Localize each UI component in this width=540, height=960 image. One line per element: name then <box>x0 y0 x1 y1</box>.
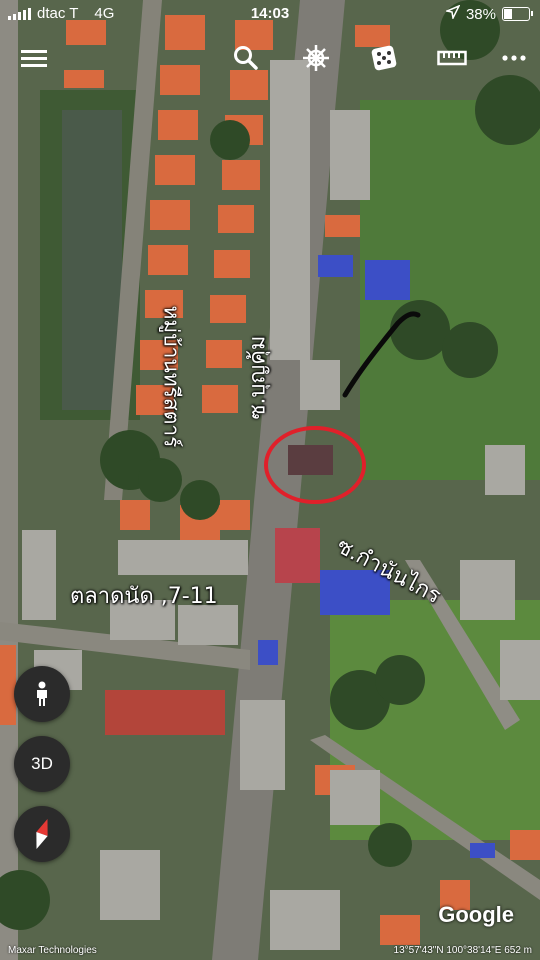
building-roof <box>105 690 225 735</box>
person-icon <box>37 681 47 706</box>
coordinate-readout: 13°57'43"N 100°38'14"E 652 m <box>394 945 532 956</box>
village-label: หมู่บ้านทรีสตาร์ <box>159 305 184 448</box>
ship-wheel-icon[interactable] <box>296 38 336 78</box>
status-bar: dtac T 4G 14:03 38% <box>0 0 540 28</box>
dice-icon[interactable] <box>364 38 404 78</box>
google-logo: Google <box>438 902 514 927</box>
3d-label: 3D <box>31 754 53 773</box>
location-arrow-icon <box>444 4 461 23</box>
altitude: 652 m <box>504 945 532 956</box>
menu-icon[interactable] <box>14 38 54 78</box>
search-icon[interactable] <box>226 38 266 78</box>
battery-percent: 38% <box>465 5 496 23</box>
more-icon[interactable] <box>494 38 534 78</box>
coordinates: 13°57'43"N 100°38'14"E <box>393 945 502 956</box>
ruler-icon[interactable] <box>432 38 472 78</box>
battery-icon <box>502 7 533 21</box>
satellite-map[interactable] <box>0 0 540 960</box>
pond <box>62 110 122 410</box>
map-toolbar <box>0 38 540 82</box>
building-roof <box>275 528 320 583</box>
3d-toggle-button[interactable]: 3D <box>14 736 70 792</box>
compass-icon <box>36 818 48 850</box>
imagery-attribution: Maxar Technologies <box>8 945 97 956</box>
road-label-main: ซ.บุญคุ้ม <box>245 335 271 420</box>
map-footer: Maxar Technologies 13°57'43"N 100°38'14"… <box>0 944 540 960</box>
road <box>0 0 18 960</box>
street-view-button[interactable] <box>14 666 70 722</box>
compass-button[interactable] <box>14 806 70 862</box>
market-label: ตลาดนัด ,7-11 <box>70 584 218 609</box>
target-building <box>288 445 333 475</box>
